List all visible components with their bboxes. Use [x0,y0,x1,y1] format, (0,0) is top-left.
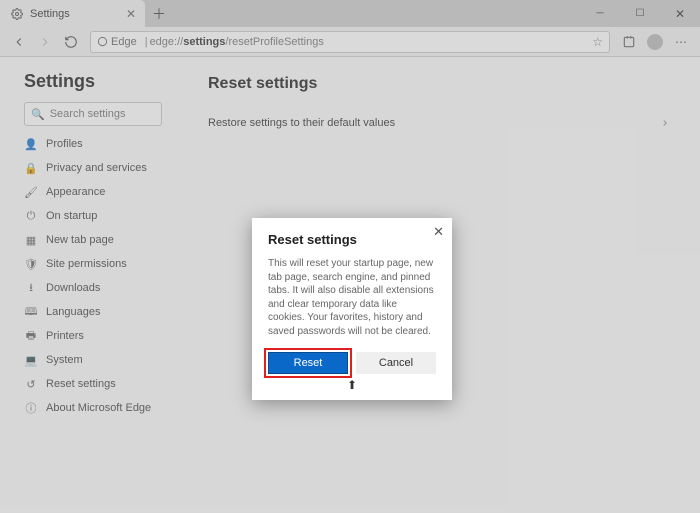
dialog-title: Reset settings [268,232,436,247]
dialog-body: This will reset your startup page, new t… [268,257,436,338]
dialog-close-button[interactable]: ✕ [433,224,444,240]
reset-settings-dialog: ✕ Reset settings This will reset your st… [252,218,452,400]
cursor-icon: ⬆ [347,378,357,392]
dialog-button-row: Reset ⬆ Cancel [268,352,436,374]
reset-button[interactable]: Reset ⬆ [268,352,348,374]
cancel-button[interactable]: Cancel [356,352,436,374]
